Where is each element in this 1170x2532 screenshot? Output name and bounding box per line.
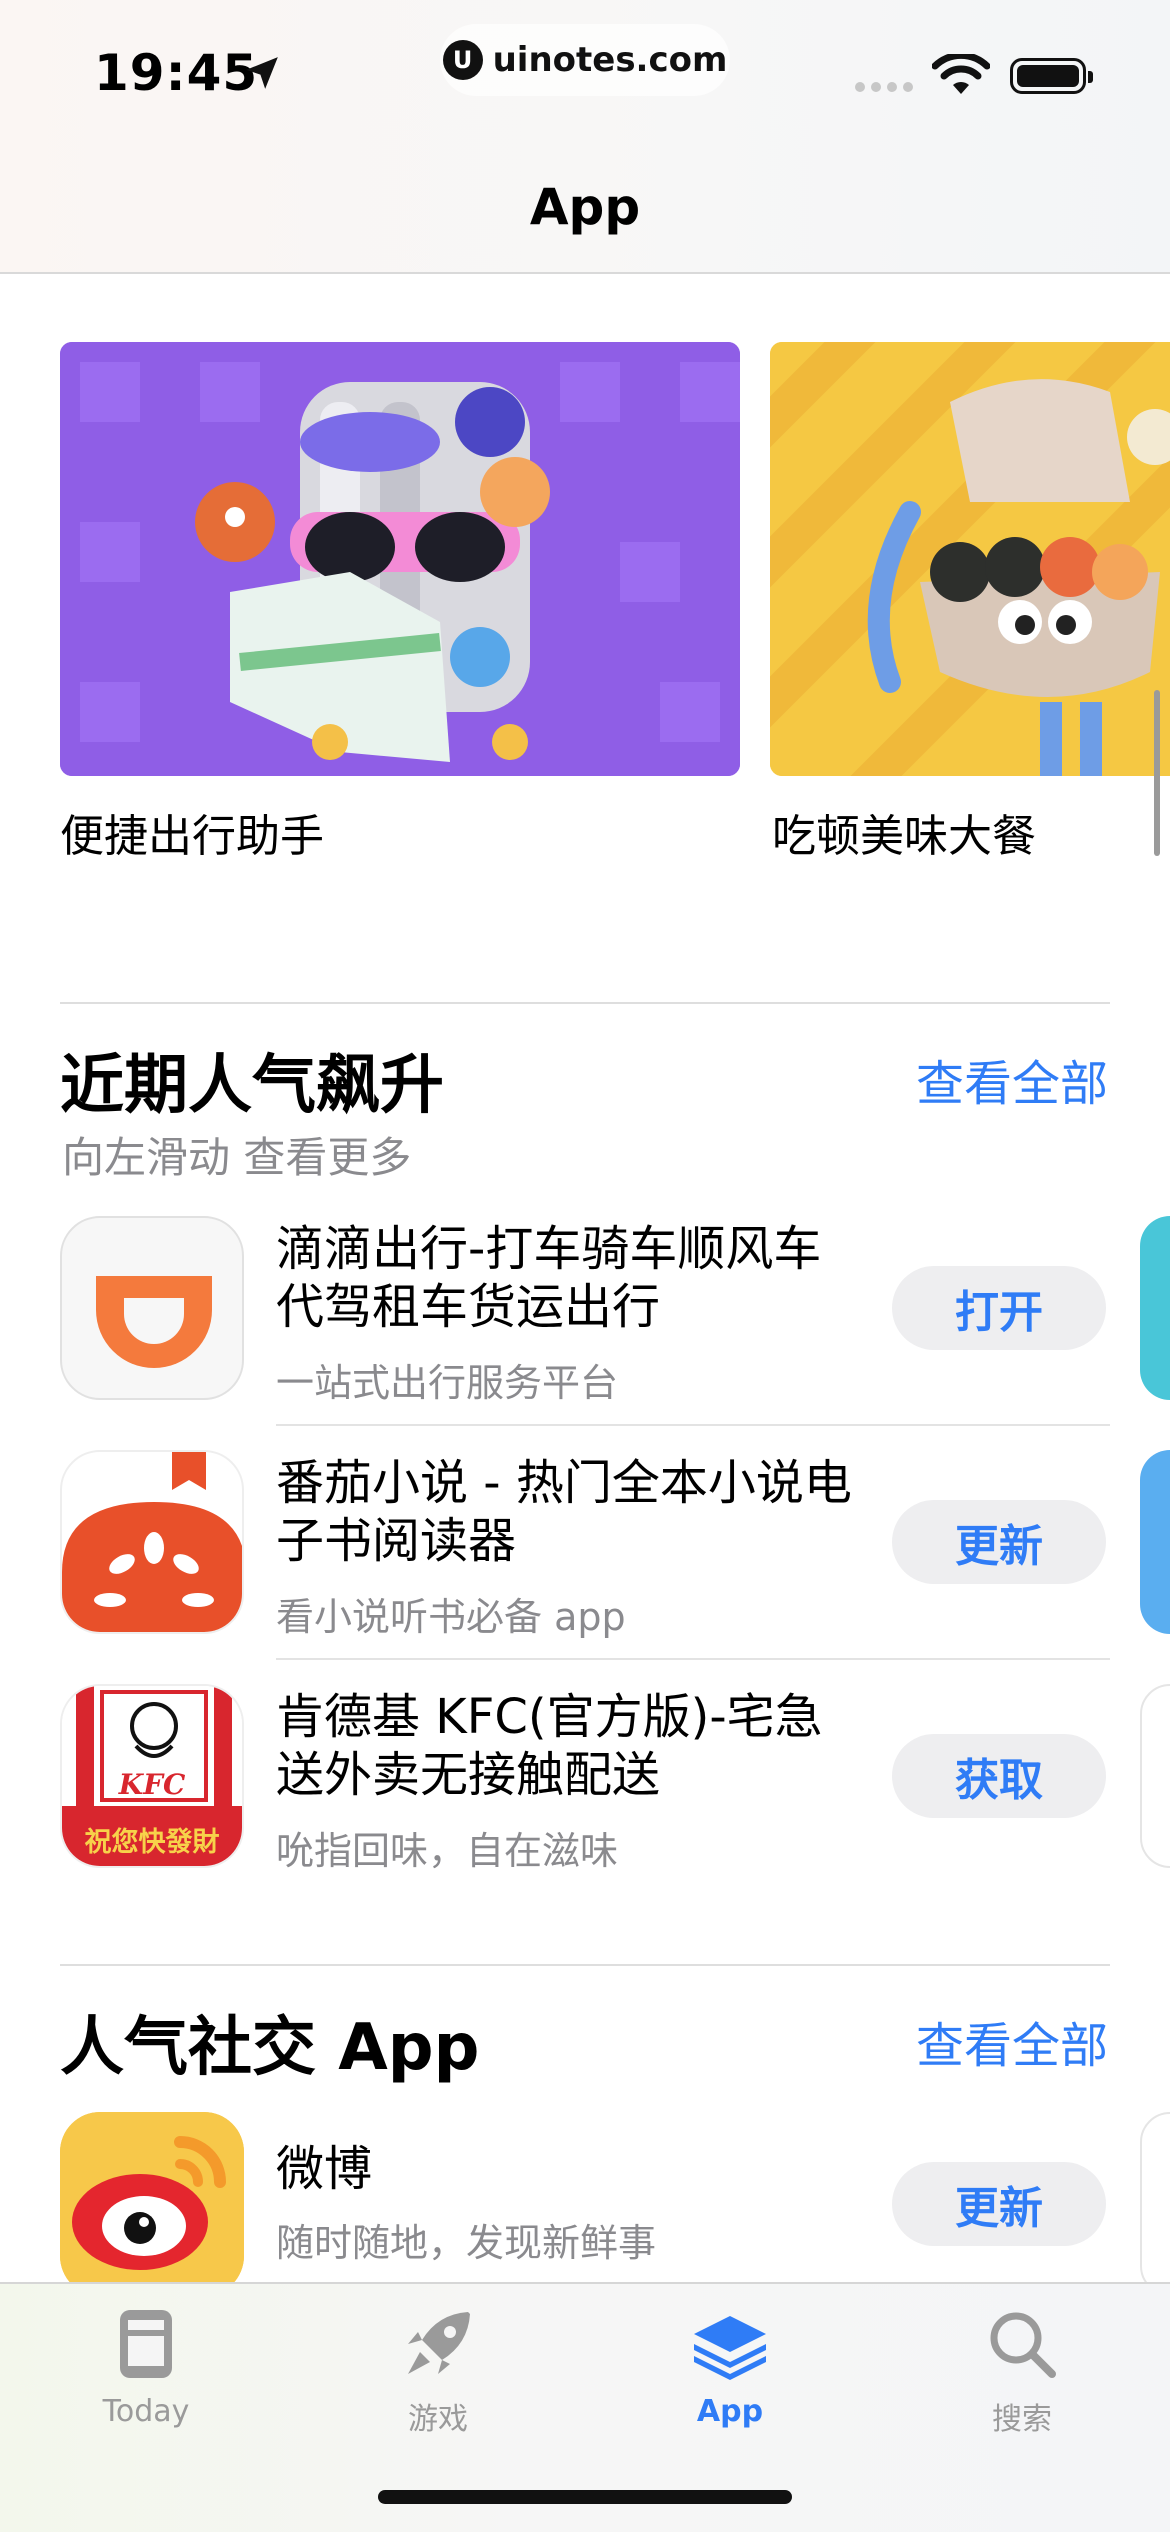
tomato-novel-app-icon[interactable] — [60, 1450, 244, 1634]
tab-label-apps: App — [696, 2394, 764, 2429]
home-indicator[interactable] — [378, 2490, 792, 2504]
banner-caption-food: 吃顿美味大餐 — [772, 811, 1036, 862]
app-subtitle-tomato-novel: 看小说听书必备 app — [276, 1595, 626, 1639]
tab-games[interactable]: 游戏 — [338, 2304, 538, 2454]
app-name-tomato-novel[interactable]: 番茄小说 - 热门全本小说电子书阅读器 — [276, 1454, 866, 1570]
wifi-icon — [932, 54, 990, 94]
url-text: uinotes.com — [492, 40, 728, 80]
travel-illustration — [60, 342, 740, 776]
cellular-signal-icon — [855, 82, 913, 92]
page-title: App — [529, 178, 641, 236]
app-stack-icon — [694, 2316, 766, 2380]
kfc-app-icon[interactable]: KFC 祝您快發財 — [60, 1684, 244, 1868]
kfc-logo-text: KFC — [118, 1768, 186, 1801]
tab-today[interactable]: Today — [46, 2304, 246, 2454]
banner-caption-travel: 便捷出行助手 — [60, 811, 324, 862]
tab-apps[interactable]: App — [630, 2304, 830, 2454]
url-pill[interactable]: U uinotes.com — [440, 24, 730, 96]
update-button-tomato-novel[interactable]: 更新 — [892, 1500, 1106, 1584]
open-button-didi[interactable]: 打开 — [892, 1266, 1106, 1350]
section-title-trending: 近期人气飙升 — [60, 1049, 444, 1123]
next-app-peek[interactable] — [1140, 1684, 1170, 1868]
next-app-peek[interactable] — [1140, 2112, 1170, 2296]
kfc-slogan-text: 祝您快發財 — [84, 1827, 220, 1858]
food-illustration — [770, 342, 1170, 776]
weibo-app-icon[interactable] — [60, 2112, 244, 2296]
row-divider — [276, 1658, 1110, 1660]
see-all-trending-link[interactable]: 查看全部 — [916, 1044, 1108, 1114]
tab-label-games: 游戏 — [408, 2402, 468, 2437]
banner-food[interactable] — [770, 342, 1170, 776]
section-title-social: 人气社交 App — [60, 2011, 480, 2085]
weibo-logo-icon — [60, 2112, 244, 2296]
location-arrow-icon — [246, 57, 278, 89]
next-app-peek[interactable] — [1140, 1216, 1170, 1400]
tab-label-today: Today — [102, 2394, 190, 2429]
nav-bar: App — [0, 130, 1170, 274]
app-name-kfc[interactable]: 肯德基 KFC(官方版)-宅急送外卖无接触配送 — [276, 1688, 866, 1804]
rocket-icon — [408, 2312, 470, 2374]
app-subtitle-didi: 一站式出行服务平台 — [276, 1361, 619, 1405]
scroll-indicator — [1154, 690, 1160, 856]
search-icon — [990, 2312, 1056, 2378]
app-name-weibo[interactable]: 微博 — [276, 2140, 866, 2198]
section-divider — [60, 1002, 1110, 1004]
next-app-peek[interactable] — [1140, 1450, 1170, 1634]
see-all-social-link[interactable]: 查看全部 — [916, 2006, 1108, 2076]
banner-travel[interactable] — [60, 342, 740, 776]
section-divider — [60, 1964, 1110, 1966]
status-time: 19:45 — [94, 44, 259, 102]
app-name-didi[interactable]: 滴滴出行-打车骑车顺风车代驾租车货运出行 — [276, 1220, 866, 1336]
site-logo-icon: U — [442, 40, 483, 80]
tomato-logo-icon — [62, 1452, 242, 1632]
tab-search[interactable]: 搜索 — [922, 2304, 1122, 2454]
didi-app-icon[interactable] — [60, 1216, 244, 1400]
didi-logo-icon — [96, 1276, 212, 1368]
today-icon — [120, 2310, 172, 2378]
app-subtitle-kfc: 吮指回味，自在滋味 — [276, 1829, 619, 1873]
status-bar: 19:45 U uinotes.com — [0, 0, 1170, 130]
row-divider — [276, 1424, 1110, 1426]
section-subtitle-trending: 向左滑动 查看更多 — [62, 1133, 412, 1182]
battery-icon — [1010, 58, 1093, 94]
app-subtitle-weibo: 随时随地，发现新鲜事 — [276, 2221, 657, 2265]
update-button-weibo[interactable]: 更新 — [892, 2162, 1106, 2246]
get-button-kfc[interactable]: 获取 — [892, 1734, 1106, 1818]
tab-label-search: 搜索 — [992, 2402, 1052, 2437]
